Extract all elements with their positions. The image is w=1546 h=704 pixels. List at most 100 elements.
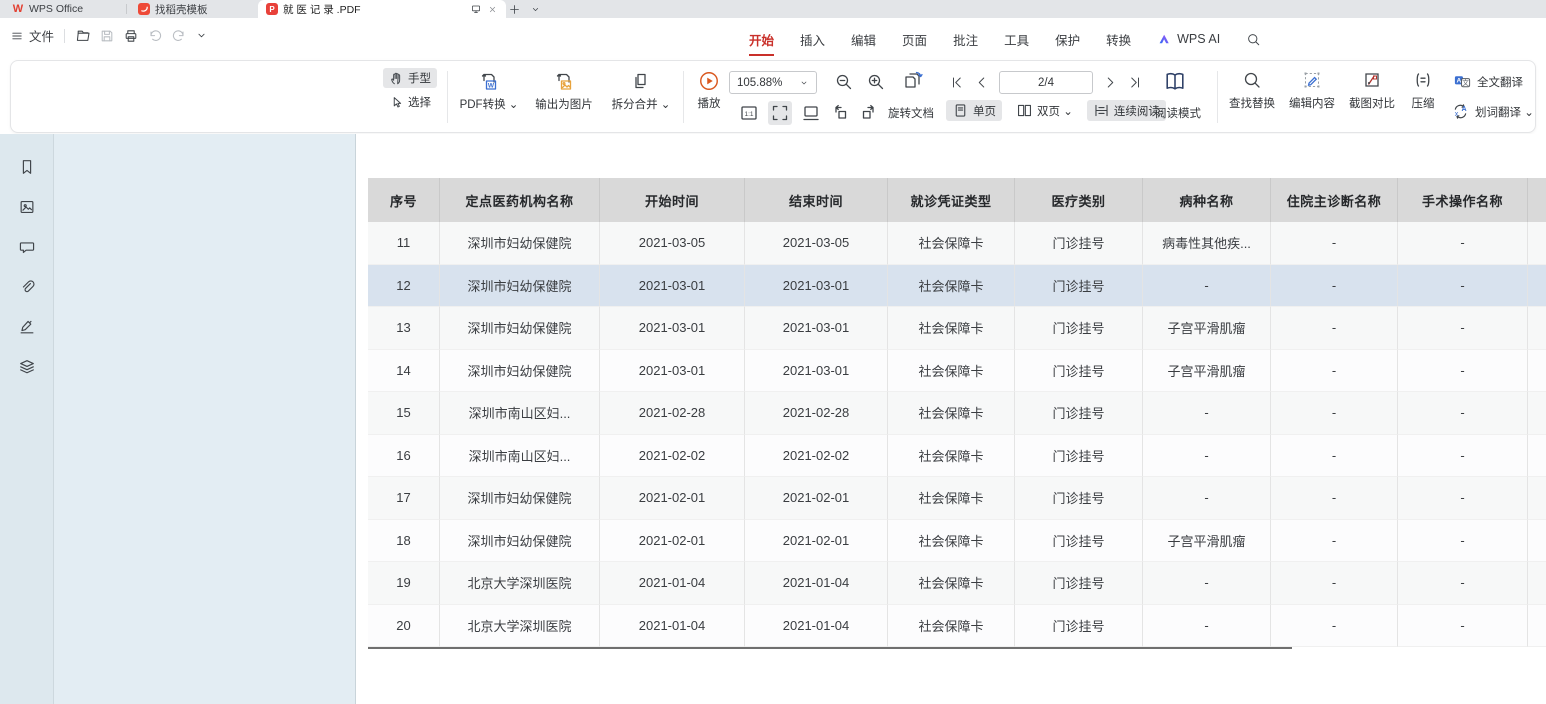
zoom-in-icon[interactable] — [866, 72, 886, 92]
screenshot-compare-button[interactable]: 截图对比 — [1345, 70, 1399, 111]
menu-search-icon[interactable] — [1233, 26, 1274, 52]
ribbon-tab-保护[interactable]: 保护 — [1042, 26, 1093, 52]
header-cell — [1528, 178, 1546, 222]
app-tab-document[interactable]: P 就 医 记 录 .PDF — [258, 0, 506, 18]
table-cell: 社会保障卡 — [888, 265, 1015, 308]
new-tab-button[interactable] — [508, 0, 528, 18]
table-cell: - — [1398, 435, 1528, 478]
table-cell: 深圳市南山区妇... — [440, 392, 600, 435]
split-merge-button[interactable]: 拆分合并 ⌄ — [603, 71, 679, 112]
wps-ai-button[interactable]: WPS AI — [1144, 26, 1233, 52]
tab-list-chevron-icon[interactable] — [530, 0, 548, 18]
open-folder-icon[interactable] — [75, 28, 91, 44]
comment-icon[interactable] — [18, 238, 36, 256]
ribbon-tab-工具[interactable]: 工具 — [991, 26, 1042, 52]
table-row[interactable]: 16深圳市南山区妇...2021-02-022021-02-02社会保障卡门诊挂… — [368, 435, 1546, 478]
redo-icon[interactable] — [171, 28, 187, 44]
more-actions-chevron-icon[interactable] — [195, 29, 208, 42]
ribbon-tab-页面[interactable]: 页面 — [889, 26, 940, 52]
last-page-icon[interactable] — [1128, 75, 1143, 90]
edit-content-button[interactable]: 编辑内容 — [1285, 70, 1339, 111]
table-row[interactable]: 19北京大学深圳医院2021-01-042021-01-04社会保障卡门诊挂号-… — [368, 562, 1546, 605]
table-row[interactable]: 12深圳市妇幼保健院2021-03-012021-03-01社会保障卡门诊挂号-… — [368, 265, 1546, 308]
ribbon-tab-编辑[interactable]: 编辑 — [838, 26, 889, 52]
ribbon-tab-插入[interactable]: 插入 — [787, 26, 838, 52]
play-button[interactable]: 播放 — [687, 70, 731, 111]
table-row[interactable]: 17深圳市妇幼保健院2021-02-012021-02-01社会保障卡门诊挂号-… — [368, 477, 1546, 520]
table-cell: - — [1271, 562, 1398, 605]
select-tool-button[interactable]: 选择 — [383, 92, 437, 112]
first-page-icon[interactable] — [949, 75, 964, 90]
export-image-button[interactable]: 输出为图片 — [523, 71, 605, 112]
bookmark-icon[interactable] — [18, 158, 36, 176]
print-icon[interactable] — [123, 28, 139, 44]
page-number-input[interactable]: 2/4 — [999, 71, 1093, 94]
table-cell: 子宫平滑肌瘤 — [1143, 350, 1271, 393]
app-tab-wps-office[interactable]: W WPS Office — [4, 0, 122, 18]
table-row[interactable]: 11深圳市妇幼保健院2021-03-052021-03-05社会保障卡门诊挂号病… — [368, 222, 1546, 265]
menu-bar: 文件 开始插入编辑页面批注工具保护转换 — [0, 18, 1546, 60]
zoom-level-select[interactable]: 105.88% — [729, 71, 817, 94]
table-row[interactable]: 13深圳市妇幼保健院2021-03-012021-03-01社会保障卡门诊挂号子… — [368, 307, 1546, 350]
zoom-level-value: 105.88% — [737, 77, 782, 89]
read-mode-label[interactable]: 阅读模式 — [1147, 105, 1209, 121]
save-icon[interactable] — [99, 28, 115, 44]
rotate-right-icon[interactable] — [859, 103, 879, 123]
pdf-page[interactable]: 序号定点医药机构名称开始时间结束时间就诊凭证类型医疗类别病种名称住院主诊断名称手… — [356, 134, 1546, 704]
edit-content-icon — [1302, 70, 1322, 90]
table-cell: 14 — [368, 350, 440, 393]
thumbnail-icon[interactable] — [18, 198, 36, 216]
pdf-convert-button[interactable]: W PDF转换 ⌄ — [449, 71, 529, 112]
double-page-label: 双页 — [1037, 106, 1060, 118]
table-cell — [1528, 477, 1546, 520]
undo-icon[interactable] — [147, 28, 163, 44]
svg-text:A: A — [1461, 105, 1466, 113]
table-row[interactable]: 18深圳市妇幼保健院2021-02-012021-02-01社会保障卡门诊挂号子… — [368, 520, 1546, 563]
close-tab-icon[interactable] — [487, 4, 498, 15]
toolbar-divider — [683, 71, 684, 123]
svg-text:W: W — [488, 82, 495, 89]
file-menu-button[interactable]: 文件 — [10, 26, 54, 45]
zoom-out-icon[interactable] — [834, 72, 854, 92]
fit-width-icon[interactable] — [768, 101, 792, 125]
actual-size-icon[interactable]: 1:1 — [739, 103, 759, 123]
header-cell: 开始时间 — [600, 178, 745, 222]
table-row[interactable]: 14深圳市妇幼保健院2021-03-012021-03-01社会保障卡门诊挂号子… — [368, 350, 1546, 393]
rotate-left-icon[interactable] — [830, 103, 850, 123]
monitor-icon[interactable] — [470, 3, 482, 15]
table-cell: 北京大学深圳医院 — [440, 562, 600, 605]
table-row[interactable]: 20北京大学深圳医院2021-01-042021-01-04社会保障卡门诊挂号-… — [368, 605, 1546, 648]
ribbon-tab-批注[interactable]: 批注 — [940, 26, 991, 52]
signature-icon[interactable] — [18, 318, 36, 336]
app-tab-docer[interactable]: 找稻壳模板 — [130, 0, 252, 18]
navigation-panel[interactable] — [54, 134, 356, 704]
read-mode-icon[interactable] — [1163, 69, 1187, 93]
rotate-doc-label[interactable]: 旋转文档 — [888, 105, 934, 121]
prev-page-icon[interactable] — [974, 75, 989, 90]
next-page-icon[interactable] — [1103, 75, 1118, 90]
wps-ai-label: WPS AI — [1177, 32, 1220, 46]
single-page-button[interactable]: 单页 — [946, 100, 1002, 121]
attachment-icon[interactable] — [18, 278, 36, 296]
full-translate-button[interactable]: A文 全文翻译 — [1453, 72, 1523, 91]
find-replace-icon — [1242, 70, 1262, 90]
hand-tool-button[interactable]: 手型 — [383, 68, 437, 88]
table-row[interactable]: 15深圳市南山区妇...2021-02-282021-02-28社会保障卡门诊挂… — [368, 392, 1546, 435]
ribbon-tab-开始[interactable]: 开始 — [736, 26, 787, 52]
find-replace-button[interactable]: 查找替换 — [1225, 70, 1279, 111]
layers-icon[interactable] — [18, 358, 36, 376]
table-cell: - — [1143, 605, 1271, 648]
screenshot-compare-icon — [1362, 70, 1382, 90]
divider — [64, 29, 65, 43]
word-translate-button[interactable]: xA 划词翻译 ⌄ — [1451, 102, 1534, 121]
fit-page-icon[interactable] — [801, 103, 821, 123]
table-cell: - — [1143, 562, 1271, 605]
single-page-icon — [952, 102, 969, 119]
compress-button[interactable]: 压缩 — [1403, 70, 1443, 111]
table-cell: - — [1398, 392, 1528, 435]
swap-pages-icon[interactable] — [901, 70, 925, 94]
header-cell: 医疗类别 — [1015, 178, 1143, 222]
ribbon-tab-转换[interactable]: 转换 — [1093, 26, 1144, 52]
double-page-button[interactable]: 双页 ⌄ — [1010, 100, 1079, 121]
table-cell: 2021-03-01 — [600, 307, 745, 350]
